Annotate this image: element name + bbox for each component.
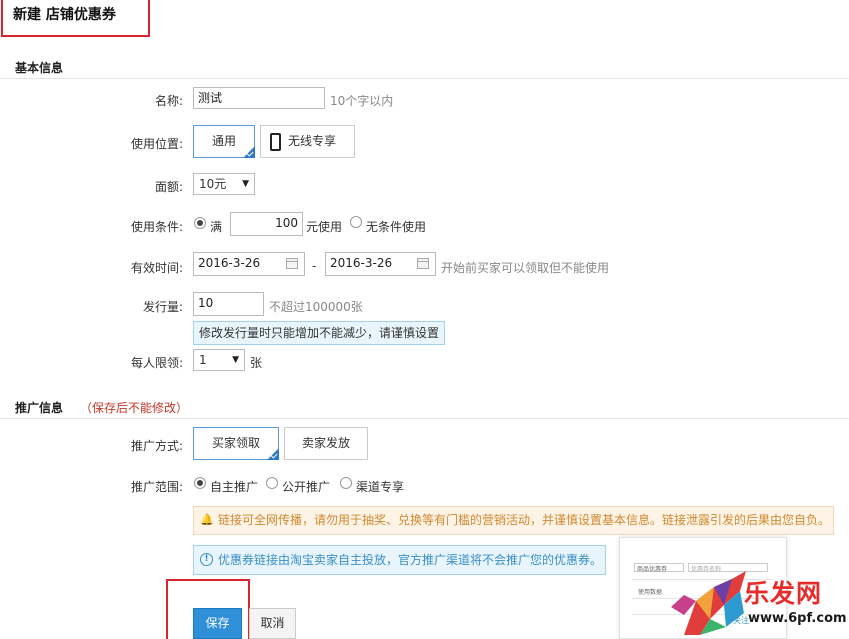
cancel-button[interactable]: 取消 [249,608,296,639]
scope-self-label: 自主推广 [210,480,259,494]
quantity-tip: 修改发行量时只能增加不能减少，请谨慎设置 [193,321,446,345]
page-title: 新建 店铺优惠券 [13,7,116,23]
limit-value: 1 [199,353,207,367]
condition-suffix: 元使用 [306,220,343,234]
link-warning-tip: 🔔 链接可全网传播，请勿用于抽奖、兑换等有门槛的营销活动，并谨慎设置基本信息。链… [193,506,834,535]
condition-full-radio[interactable] [194,217,206,229]
date-separator: - [312,259,317,273]
dropdown-arrow-icon: ▼ [232,355,239,365]
condition-full-label: 满 [210,220,223,234]
denomination-label: 面额: [154,180,183,194]
name-label: 名称: [154,94,183,108]
preview-field-text: 商品优惠券 [637,566,668,573]
condition-label: 使用条件: [130,220,183,234]
watermark-brand: 乐发网 [744,579,823,608]
section-promo-info: 推广信息 （保存后不能修改） [0,394,849,419]
position-label: 使用位置: [130,137,183,151]
denomination-select[interactable]: 10元 ▼ [193,173,255,195]
section-basic-info: 基本信息 [0,54,849,79]
method-send-option[interactable]: 卖家发放 [284,427,368,460]
scope-channel-radio[interactable] [340,477,352,489]
method-claim-option[interactable]: 买家领取 [193,427,279,460]
condition-none-radio[interactable] [350,216,362,228]
quantity-hint: 不超过100000张 [269,300,363,314]
method-label: 推广方式: [130,439,183,453]
denomination-value: 10元 [199,177,227,191]
method-send-label: 卖家发放 [301,436,350,450]
position-mobile-label: 无线专享 [288,134,337,148]
name-hint: 10个字以内 [330,94,394,108]
condition-amount-input[interactable]: 100 [230,212,303,236]
scope-public-label: 公开推广 [282,480,331,494]
limit-unit: 张 [250,356,263,370]
watermark-follow: 关注 [733,616,749,625]
position-mobile-option[interactable]: 无线专享 [260,125,355,158]
info-icon: ! [200,553,213,566]
limit-select[interactable]: 1 ▼ [193,349,245,371]
scope-channel-label: 渠道专享 [356,480,405,494]
mobile-phone-icon [270,133,281,151]
bell-icon: 🔔 [200,513,214,526]
section-basic-title: 基本信息 [15,61,64,75]
position-general-label: 通用 [211,134,236,148]
scope-label: 推广范围: [130,480,183,494]
validity-label: 有效时间: [130,261,183,275]
position-general-option[interactable]: 通用 [193,125,255,158]
preview-row-label: 使用数据 [638,589,663,596]
limit-label: 每人限领: [130,356,183,370]
condition-none-label: 无条件使用 [366,220,427,234]
section-promo-note: （保存后不能修改） [80,401,189,415]
save-button[interactable]: 保存 [193,608,242,639]
quantity-input[interactable]: 10 [193,292,264,316]
calendar-icon[interactable] [286,258,298,269]
scope-self-radio[interactable] [194,477,206,489]
calendar-icon[interactable] [417,258,429,269]
dropdown-arrow-icon: ▼ [242,179,249,189]
watermark-url: www.6pf.com [748,611,847,626]
quantity-label: 发行量: [142,300,183,314]
name-input[interactable]: 测试 [193,87,325,109]
scope-public-radio[interactable] [266,477,278,489]
link-warning-text: 链接可全网传播，请勿用于抽奖、兑换等有门槛的营销活动，并谨慎设置基本信息。链接泄… [218,513,831,527]
method-claim-label: 买家领取 [211,436,260,450]
channel-info-tip: ! 优惠券链接由淘宝卖家自主投放，官方推广渠道将不会推广您的优惠券。 [193,545,606,575]
channel-info-text: 优惠券链接由淘宝卖家自主投放，官方推广渠道将不会推广您的优惠券。 [218,553,603,567]
validity-hint: 开始前买家可以领取但不能使用 [441,261,610,275]
section-promo-title: 推广信息 [15,401,64,415]
